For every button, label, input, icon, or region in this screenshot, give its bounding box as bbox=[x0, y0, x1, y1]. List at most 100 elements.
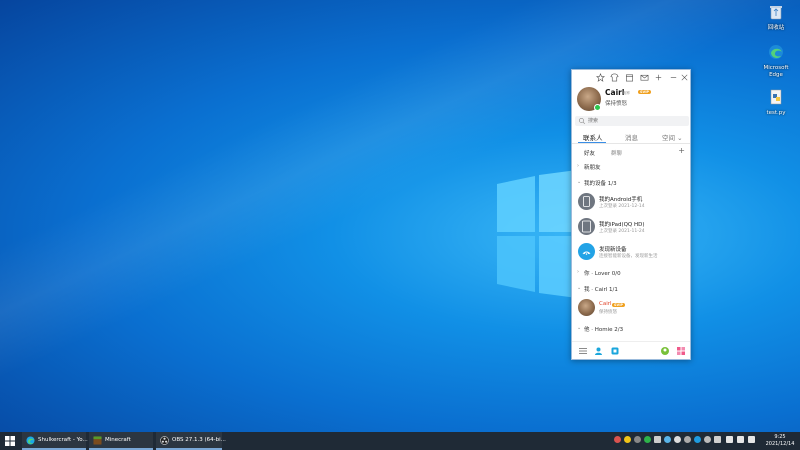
tray-app-icon[interactable] bbox=[624, 436, 631, 443]
search-icon bbox=[579, 118, 586, 125]
desktop-icon-label: 回收站 bbox=[767, 25, 785, 31]
item-subtitle: 连接智能新设备，发现新生活 bbox=[599, 254, 658, 259]
taskbar-item-obs[interactable]: OBS 27.1.3 (64-bi... bbox=[156, 432, 226, 450]
group-label: 你 · Lover 0/0 bbox=[584, 271, 621, 277]
subtab-groups[interactable]: 群聊 bbox=[611, 149, 622, 157]
group-label: 我的设备 1/3 bbox=[584, 181, 617, 187]
search-input[interactable] bbox=[588, 116, 683, 126]
tray-app-icon[interactable] bbox=[664, 436, 671, 443]
add-contact-icon[interactable]: + bbox=[678, 146, 685, 155]
phone-device-icon bbox=[578, 193, 595, 210]
volume-icon[interactable] bbox=[737, 436, 744, 443]
tab-messages[interactable]: 消息 bbox=[625, 132, 638, 142]
list-item-ipad[interactable]: 我的iPad(QQ HD) 上次登录 2021-11-24 bbox=[572, 215, 690, 240]
tab-space[interactable]: 空间 ⌄ bbox=[662, 132, 683, 142]
tray-app-icon[interactable] bbox=[704, 436, 711, 443]
add-friend-icon[interactable] bbox=[594, 346, 604, 356]
app-manager-icon[interactable] bbox=[676, 346, 686, 356]
item-title: 发现新设备 bbox=[599, 247, 627, 253]
recycle-bin-icon bbox=[770, 6, 782, 20]
taskbar-label: OBS 27.1.3 (64-bi... bbox=[172, 437, 226, 443]
chevron-right-icon: › bbox=[577, 269, 579, 275]
item-title: 我的iPad(QQ HD) bbox=[599, 222, 645, 228]
tab-contacts[interactable]: 联系人 bbox=[583, 132, 603, 142]
desktop-icon-label: test.py bbox=[766, 110, 786, 116]
mail-icon[interactable] bbox=[640, 73, 649, 82]
tray-app-icon[interactable] bbox=[614, 436, 621, 443]
taskbar-item-browser[interactable]: Shulkercraft - Yo... bbox=[22, 432, 88, 450]
taskbar-label: Minecraft bbox=[105, 437, 131, 443]
start-button[interactable] bbox=[4, 435, 16, 447]
desktop-icon-label: Microsoft Edge bbox=[763, 65, 789, 78]
tray-app-icon[interactable] bbox=[684, 436, 691, 443]
friend-avatar-icon bbox=[578, 299, 595, 316]
minecraft-icon bbox=[93, 436, 102, 445]
chevron-right-icon: › bbox=[577, 163, 579, 169]
group-my-devices[interactable]: ⌄ 我的设备 1/3 bbox=[572, 177, 690, 189]
tray-app-icon[interactable] bbox=[644, 436, 651, 443]
item-title: Cairl bbox=[599, 301, 612, 307]
chevron-down-icon: ⌄ bbox=[577, 179, 582, 185]
more-icon[interactable] bbox=[654, 73, 663, 82]
group-cairl[interactable]: ⌄ 我 · Cairl 1/1 bbox=[572, 283, 690, 295]
windows-wallpaper-logo bbox=[497, 170, 577, 298]
profile-name[interactable]: Cairl bbox=[605, 88, 624, 97]
qq-main-panel: Cairl 昵称 SVIP 保持愤怒 联系人 消息 空间 ⌄ 好友 群聊 + ›… bbox=[571, 69, 691, 360]
group-label: 我 · Cairl 1/1 bbox=[584, 287, 618, 293]
main-tabs: 联系人 消息 空间 ⌄ bbox=[572, 130, 690, 144]
active-tab-indicator bbox=[578, 142, 606, 143]
item-subtitle: 上次登录 2021-12-14 bbox=[599, 204, 645, 209]
profile-status[interactable]: 保持愤怒 bbox=[605, 99, 627, 107]
qq-title-bar bbox=[572, 70, 690, 86]
clock-time: 9:25 bbox=[774, 434, 786, 440]
profile-nickname-tag: 昵称 bbox=[623, 91, 630, 95]
python-file-icon bbox=[770, 89, 782, 105]
taskbar: Shulkercraft - Yo... Minecraft OBS 27.1.… bbox=[0, 432, 800, 450]
group-label: 新朋友 bbox=[584, 165, 601, 171]
item-title: 我的Android手机 bbox=[599, 197, 643, 203]
calendar-icon[interactable] bbox=[625, 73, 634, 82]
main-menu-icon[interactable] bbox=[578, 346, 588, 356]
input-method-icon[interactable] bbox=[748, 436, 755, 443]
star-icon[interactable] bbox=[596, 73, 605, 82]
list-item-discover-device[interactable]: 发现新设备 连接智能新设备，发现新生活 bbox=[572, 240, 690, 265]
tray-app-icon[interactable] bbox=[714, 436, 721, 443]
group-homie[interactable]: ⌄ 他 · Homie 2/3 bbox=[572, 323, 690, 335]
svip-badge[interactable]: SVIP bbox=[638, 90, 652, 94]
desktop-icon-recycle-bin[interactable]: 回收站 bbox=[756, 4, 796, 32]
item-subtitle: 上次登录 2021-11-24 bbox=[599, 229, 645, 234]
search-box[interactable] bbox=[575, 116, 689, 126]
discover-device-icon bbox=[578, 243, 595, 260]
edge-icon bbox=[769, 45, 783, 59]
chevron-down-icon: ⌄ bbox=[577, 285, 582, 291]
tray-app-icon[interactable] bbox=[634, 436, 641, 443]
taskbar-item-minecraft[interactable]: Minecraft bbox=[89, 432, 153, 450]
item-subtitle: 保持愤怒 bbox=[599, 310, 617, 315]
desktop-icon-edge[interactable]: Microsoft Edge bbox=[756, 44, 796, 79]
close-icon[interactable] bbox=[680, 73, 689, 82]
group-lover[interactable]: › 你 · Lover 0/0 bbox=[572, 267, 690, 279]
subtab-friends[interactable]: 好友 bbox=[584, 149, 595, 157]
contact-subtabs: 好友 群聊 + bbox=[572, 146, 690, 158]
qq-bottom-toolbar bbox=[572, 341, 690, 359]
group-label: 他 · Homie 2/3 bbox=[584, 327, 624, 333]
list-item-android-phone[interactable]: 我的Android手机 上次登录 2021-12-14 bbox=[572, 190, 690, 215]
list-item-friend-cairl[interactable]: Cairl SVIP 保持愤怒 bbox=[572, 296, 690, 321]
network-icon[interactable] bbox=[726, 436, 733, 443]
taskbar-label: Shulkercraft - Yo... bbox=[38, 437, 88, 443]
tray-app-icon[interactable] bbox=[674, 436, 681, 443]
svip-badge: SVIP bbox=[612, 303, 626, 307]
shirt-icon[interactable] bbox=[610, 73, 619, 82]
tray-app-icon[interactable] bbox=[654, 436, 661, 443]
game-center-icon[interactable] bbox=[660, 346, 670, 356]
obs-icon bbox=[160, 436, 169, 445]
edge-icon bbox=[26, 436, 35, 445]
desktop-icon-test-py[interactable]: test.py bbox=[756, 89, 796, 117]
taskbar-clock[interactable]: 9:25 2021/12/14 bbox=[762, 434, 798, 448]
group-new-friends[interactable]: › 新朋友 bbox=[572, 161, 690, 173]
online-status-icon bbox=[594, 104, 601, 111]
minimize-icon[interactable] bbox=[669, 73, 678, 82]
tablet-device-icon bbox=[578, 218, 595, 235]
file-transfer-icon[interactable] bbox=[610, 346, 620, 356]
tray-app-icon[interactable] bbox=[694, 436, 701, 443]
